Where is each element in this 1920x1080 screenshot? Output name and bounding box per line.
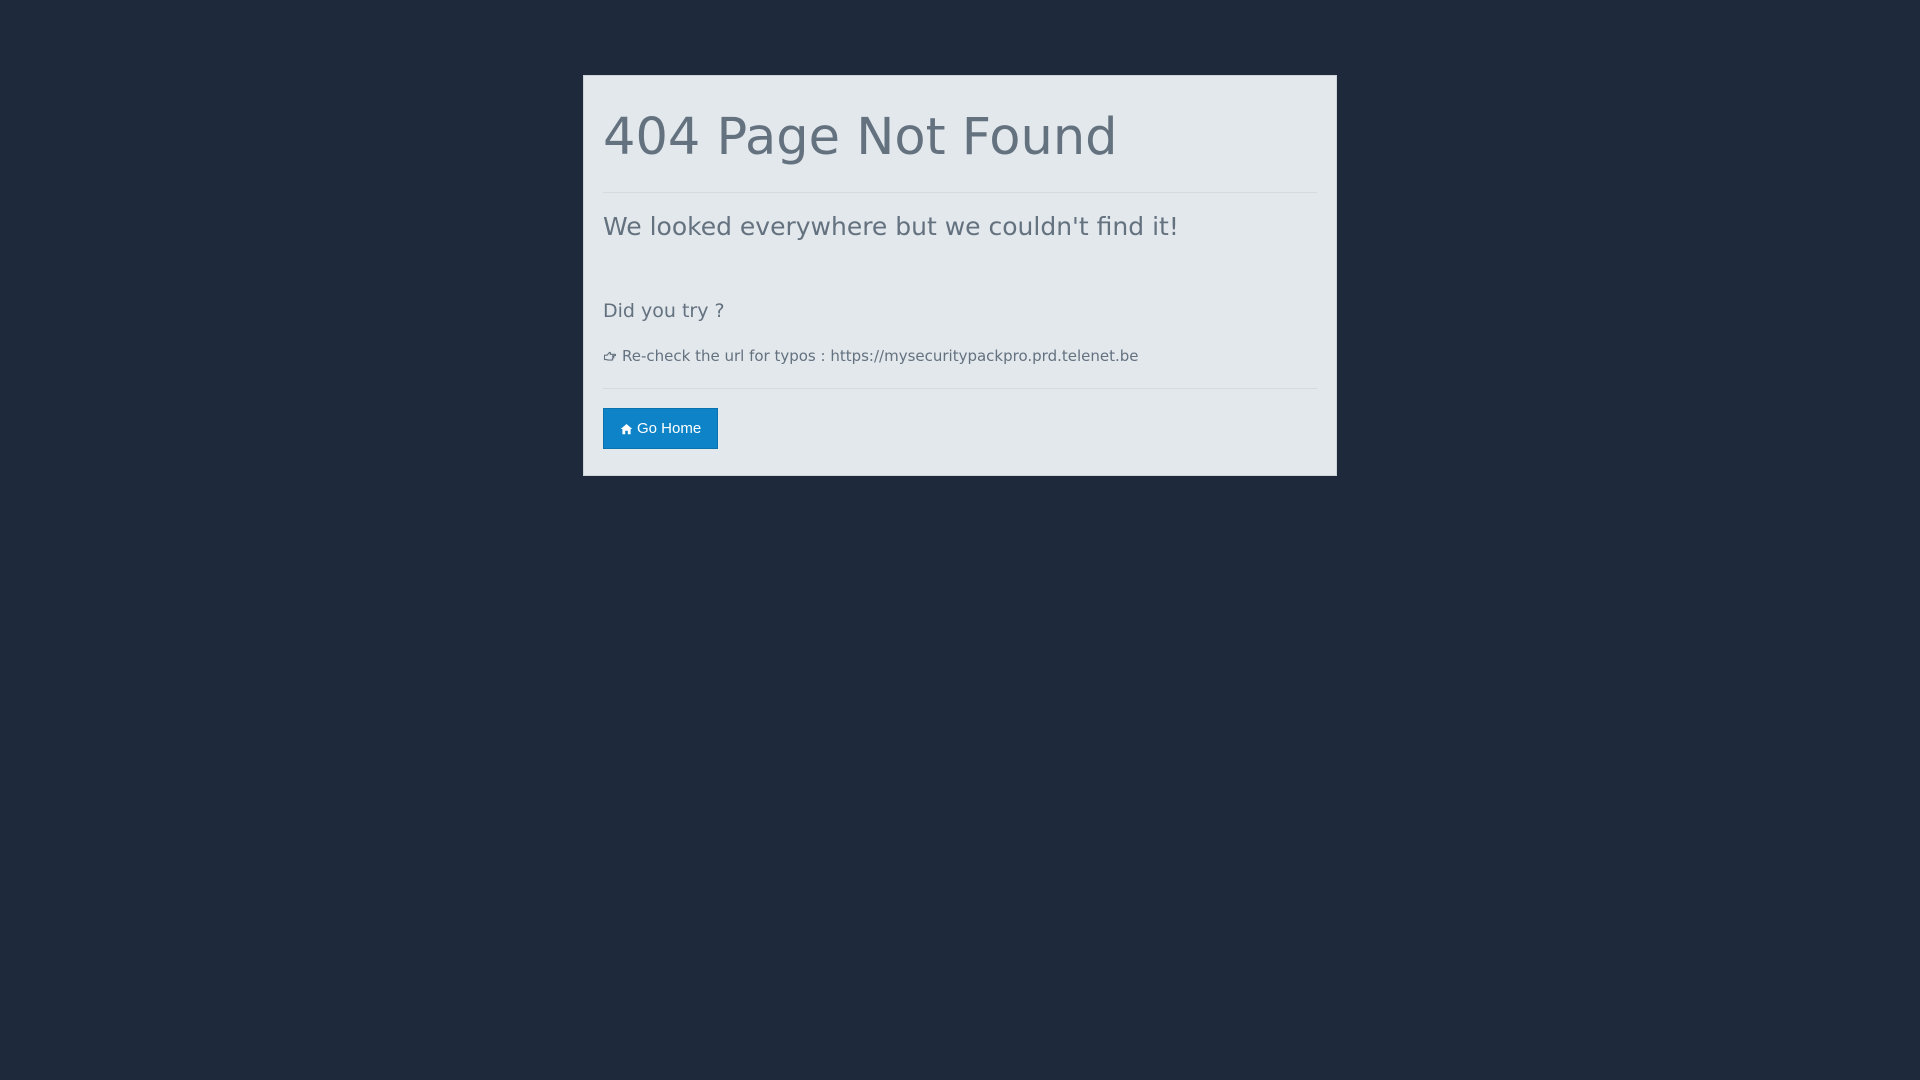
go-home-label: Go Home <box>637 420 702 437</box>
go-home-button[interactable]: Go Home <box>603 408 719 449</box>
bottom-divider <box>603 388 1317 389</box>
suggestion-item: Re-check the url for typos : https://mys… <box>603 346 1317 366</box>
suggestion-text: Re-check the url for typos : https://mys… <box>622 347 1139 365</box>
suggestions-heading: Did you try ? <box>603 300 725 322</box>
error-subtitle: We looked everywhere but we couldn't fin… <box>603 212 1179 241</box>
title-divider <box>603 192 1317 193</box>
error-card: 404 Page Not Found We looked everywhere … <box>583 75 1337 476</box>
home-icon <box>620 423 633 435</box>
page-title: 404 Page Not Found <box>603 108 1118 167</box>
hand-point-right-icon <box>603 349 617 363</box>
